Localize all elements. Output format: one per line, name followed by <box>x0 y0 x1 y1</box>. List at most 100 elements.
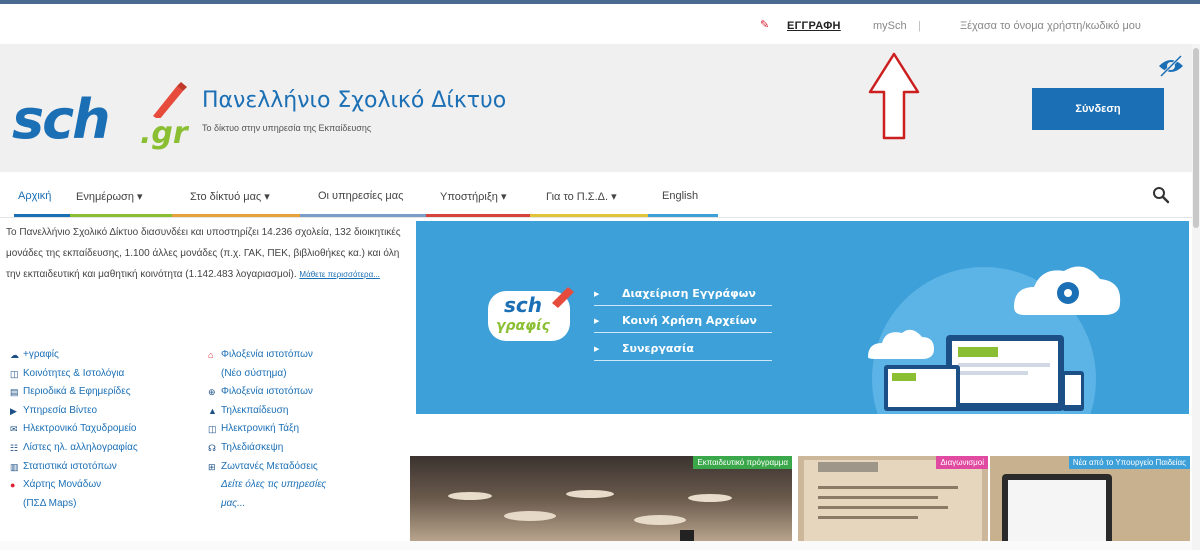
service-link[interactable]: ◫ Κοινότητες & Ιστολόγια <box>10 365 138 384</box>
main-nav: Αρχική Ενημέρωση ▾ Στο δίκτυό μας ▾ Οι υ… <box>0 172 1192 218</box>
service-link-label: Περιοδικά & Εφημερίδες <box>23 386 131 398</box>
services-list-left: ☁ +γραφίς ◫ Κοινότητες & Ιστολόγια ▤ Περιοδ… <box>10 346 138 513</box>
service-link-label: Υπηρεσία Βίντεο <box>23 404 98 416</box>
news-tile[interactable]: Διαγωνισμοί <box>798 456 988 550</box>
nav-underline <box>426 214 530 217</box>
logo-gr-text: .gr <box>140 116 188 151</box>
graphis-promo-banner[interactable]: sch γραφίς ▶ Διαχείριση Εγγράφων ▶ Κοινή… <box>416 221 1189 414</box>
bullet-icon: ▶ <box>594 346 600 353</box>
logo-sch-text: sch <box>12 88 111 151</box>
nav-services[interactable]: Οι υπηρεσίες μας <box>318 190 403 202</box>
envelope-icon: ✉ <box>10 424 18 435</box>
news-tile[interactable]: Εκπαιδευτικό πρόγραμμα <box>410 456 792 550</box>
top-utility-bar: ✎ ΕΓΓΡΑΦΗ mySch | Ξέχασα το όνομα χρήστη… <box>0 4 1200 44</box>
service-link[interactable]: ◫ Ηλεκτρονική Τάξη <box>208 420 326 439</box>
bar-chart-icon: ▥ <box>10 461 19 472</box>
nav-network[interactable]: Στο δίκτυό μας ▾ <box>190 190 270 203</box>
login-button[interactable]: Σύνδεση <box>1032 88 1164 130</box>
nav-support[interactable]: Υποστήριξη ▾ <box>440 190 506 203</box>
intro-paragraph: Το Πανελλήνιο Σχολικό Δίκτυο διασυνδέει … <box>6 222 401 285</box>
graduation-cap-icon: ▲ <box>208 405 217 416</box>
register-link[interactable]: ΕΓΓΡΑΦΗ <box>787 20 841 32</box>
nav-about[interactable]: Για το Π.Σ.Δ. ▾ <box>546 190 617 203</box>
service-link-label: Χάρτης Μονάδων <box>23 479 102 491</box>
service-link[interactable]: ⌂ Φιλοξενία ιστοτόπων <box>208 346 326 365</box>
cloud-icon: ☁ <box>10 350 19 360</box>
bullet-icon: ▶ <box>594 318 600 325</box>
classroom-icon: ◫ <box>208 424 217 435</box>
service-link[interactable]: ▤ Περιοδικά & Εφημερίδες <box>10 383 138 402</box>
bullet-icon: ▶ <box>594 291 600 298</box>
service-link-label: Ζωντανές Μεταδόσεις <box>221 460 318 472</box>
globe-icon: ⊕ <box>208 387 216 398</box>
service-link-label: Λίστες ηλ. αλληλογραφίας <box>23 441 138 453</box>
service-link[interactable]: ⊞ Ζωντανές Μεταδόσεις <box>208 458 326 477</box>
forgot-credentials-link[interactable]: Ξέχασα το όνομα χρήστη/κωδικό μου <box>960 20 1141 32</box>
banner-divider <box>594 332 772 333</box>
accessibility-eye-icon[interactable] <box>1157 54 1185 78</box>
service-link[interactable]: ▲ Τηλεκπαίδευση <box>208 402 326 421</box>
all-services-link[interactable]: μας... <box>208 495 326 514</box>
service-link[interactable]: ⊕ Φιλοξενία ιστοτόπων <box>208 383 326 402</box>
service-link[interactable]: ● Χάρτης Μονάδων <box>10 476 138 495</box>
logo-pencil-icon <box>153 82 187 118</box>
service-link-label: (ΠΣΔ Maps) <box>23 497 77 509</box>
news-tile[interactable]: Νέα από το Υπουργείο Παιδείας <box>990 456 1190 550</box>
headset-icon: ☊ <box>208 442 216 453</box>
search-icon[interactable] <box>1152 186 1170 204</box>
scrollbar-thumb[interactable] <box>1193 48 1199 228</box>
service-link[interactable]: (Νέο σύστημα) <box>208 365 326 384</box>
service-link-label: +γραφίς <box>23 349 59 360</box>
nav-underline <box>172 214 300 217</box>
tile-badge: Νέα από το Υπουργείο Παιδείας <box>1068 456 1190 469</box>
service-link-label: Δείτε όλες τις υπηρεσίες <box>221 479 327 491</box>
service-link[interactable]: ☊ Τηλεδιάσκεψη <box>208 439 326 458</box>
service-link[interactable]: ▶ Υπηρεσία Βίντεο <box>10 402 138 421</box>
service-link-label: Ηλεκτρονική Τάξη <box>221 423 300 435</box>
classroom-photo-icon <box>448 490 732 550</box>
read-more-link[interactable]: Μάθετε περισσότερα... <box>299 270 379 279</box>
topbar-separator: | <box>918 20 921 32</box>
broadcast-icon: ⊞ <box>208 461 216 472</box>
list-icon: ☷ <box>10 442 19 453</box>
service-link[interactable]: ☁ +γραφίς <box>10 346 138 365</box>
tile-badge: Διαγωνισμοί <box>936 456 988 469</box>
service-link[interactable]: (ΠΣΔ Maps) <box>10 495 138 514</box>
service-link[interactable]: ☷ Λίστες ηλ. αλληλογραφίας <box>10 439 138 458</box>
service-link-label: Στατιστικά ιστοτόπων <box>23 460 117 472</box>
service-link[interactable]: ▥ Στατιστικά ιστοτόπων <box>10 458 138 477</box>
service-link[interactable]: ✉ Ηλεκτρονικό Ταχυδρομείο <box>10 420 138 439</box>
banner-divider <box>594 305 772 306</box>
cloud-devices-illustration-icon <box>868 266 1121 414</box>
service-link-label: Φιλοξενία ιστοτόπων <box>221 349 313 360</box>
nav-underline <box>530 214 648 217</box>
site-header: sch .gr Πανελλήνιο Σχολικό Δίκτυο Το δίκ… <box>0 44 1192 172</box>
service-link-label: Τηλεκπαίδευση <box>221 404 289 416</box>
nav-underline <box>70 214 172 217</box>
all-services-link[interactable]: Δείτε όλες τις υπηρεσίες <box>208 476 326 495</box>
nav-underline <box>14 214 70 217</box>
nav-english[interactable]: English <box>662 190 698 202</box>
laptop-photo-icon <box>990 456 1190 550</box>
news-tiles: Εκπαιδευτικό πρόγραμμα Διαγωνισμοί Νέα α… <box>410 456 1190 550</box>
tile-badge: Εκπαιδευτικό πρόγραμμα <box>693 456 792 469</box>
map-marker-icon: ● <box>10 480 16 491</box>
newspaper-icon: ▤ <box>10 387 19 398</box>
mysch-link[interactable]: mySch <box>873 20 907 32</box>
service-link-label: Κοινότητες & Ιστολόγια <box>23 367 125 379</box>
home-icon: ⌂ <box>208 350 214 360</box>
site-subtitle: Το δίκτυο στην υπηρεσία της Εκπαίδευσης <box>202 123 372 133</box>
nav-underline <box>648 214 718 217</box>
banner-item: Κοινή Χρήση Αρχείων <box>622 314 757 327</box>
video-icon: ▶ <box>10 405 17 416</box>
nav-underline <box>300 214 426 217</box>
nav-home[interactable]: Αρχική <box>18 190 51 202</box>
nav-news[interactable]: Ενημέρωση ▾ <box>76 190 143 203</box>
annotation-arrow-icon <box>868 52 920 140</box>
pencil-icon: ✎ <box>760 19 770 31</box>
service-link-label: (Νέο σύστημα) <box>221 367 287 379</box>
graphis-logo-top: sch <box>504 293 542 317</box>
banner-item: Διαχείριση Εγγράφων <box>622 287 756 300</box>
graphis-logo-bottom: γραφίς <box>496 318 550 334</box>
sch-gr-logo[interactable]: sch .gr <box>12 82 192 152</box>
